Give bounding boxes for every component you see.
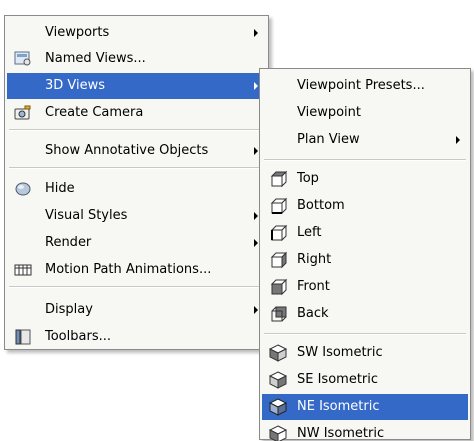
- ne-isometric-icon: [268, 397, 288, 417]
- menu-separator: [9, 129, 264, 131]
- camera-icon: [13, 103, 33, 123]
- menu-item-left[interactable]: Left: [262, 220, 468, 246]
- menu-item-viewpoint-presets[interactable]: Viewpoint Presets...: [262, 73, 468, 99]
- menu-item-label: Bottom: [297, 198, 345, 213]
- menu-item-label: Top: [297, 171, 319, 186]
- menu-item-create-camera[interactable]: Create Camera: [7, 100, 266, 126]
- se-isometric-icon: [268, 370, 288, 390]
- submenu-arrow-icon: [254, 29, 258, 37]
- menu-separator: [9, 167, 264, 169]
- submenu-arrow-icon: [254, 306, 258, 314]
- nw-isometric-icon: [268, 424, 288, 441]
- menu-item-nw-isometric[interactable]: NW Isometric: [262, 421, 468, 441]
- menu-item-label: NE Isometric: [297, 399, 380, 414]
- sw-isometric-icon: [268, 343, 288, 363]
- main-context-menu: Viewports Named Views... 3D Views Create…: [4, 15, 269, 350]
- menu-item-3d-views[interactable]: 3D Views: [7, 73, 266, 99]
- back-view-icon: [268, 304, 288, 324]
- menu-item-ne-isometric[interactable]: NE Isometric: [262, 394, 468, 420]
- submenu-arrow-icon: [254, 239, 258, 247]
- menu-item-label: Create Camera: [45, 105, 144, 120]
- menu-item-right[interactable]: Right: [262, 247, 468, 273]
- menu-item-top[interactable]: Top: [262, 166, 468, 192]
- menu-item-se-isometric[interactable]: SE Isometric: [262, 367, 468, 393]
- right-view-icon: [268, 250, 288, 270]
- menu-item-named-views[interactable]: Named Views...: [7, 46, 266, 72]
- menu-item-label: SW Isometric: [297, 345, 383, 360]
- menu-item-label: Motion Path Animations...: [45, 262, 212, 277]
- bottom-view-icon: [268, 196, 288, 216]
- menu-item-sw-isometric[interactable]: SW Isometric: [262, 340, 468, 366]
- menu-item-visual-styles[interactable]: Visual Styles: [7, 203, 266, 229]
- menu-separator: [9, 286, 264, 288]
- menu-item-render[interactable]: Render: [7, 230, 266, 256]
- submenu-arrow-icon: [456, 136, 460, 144]
- left-view-icon: [268, 223, 288, 243]
- menu-item-front[interactable]: Front: [262, 274, 468, 300]
- menu-item-label: Right: [297, 252, 332, 267]
- menu-item-viewpoint[interactable]: Viewpoint: [262, 100, 468, 126]
- menu-item-label: Viewpoint Presets...: [297, 78, 425, 93]
- menu-separator: [264, 159, 466, 161]
- menu-item-label: SE Isometric: [297, 372, 379, 387]
- 3d-views-submenu: Viewpoint Presets... Viewpoint Plan View…: [259, 68, 471, 441]
- motion-path-icon: [13, 260, 33, 280]
- menu-item-hide[interactable]: Hide: [7, 176, 266, 202]
- menu-item-label: 3D Views: [45, 78, 106, 93]
- submenu-arrow-icon: [254, 82, 258, 90]
- front-view-icon: [268, 277, 288, 297]
- menu-item-label: Hide: [45, 181, 75, 196]
- menu-item-label: Toolbars...: [45, 329, 111, 344]
- menu-item-label: Show Annotative Objects: [45, 143, 209, 158]
- menu-item-label: Display: [45, 302, 93, 317]
- menu-item-bottom[interactable]: Bottom: [262, 193, 468, 219]
- menu-item-display[interactable]: Display: [7, 297, 266, 323]
- menu-item-label: Plan View: [297, 132, 360, 147]
- menu-item-back[interactable]: Back: [262, 301, 468, 327]
- menu-item-label: Render: [45, 235, 92, 250]
- menu-item-label: Left: [297, 225, 322, 240]
- menu-separator: [264, 333, 466, 335]
- menu-item-label: NW Isometric: [297, 426, 385, 441]
- menu-item-label: Named Views...: [45, 51, 146, 66]
- submenu-arrow-icon: [254, 212, 258, 220]
- menu-item-motion-path-animations[interactable]: Motion Path Animations...: [7, 257, 266, 283]
- named-views-icon: [13, 49, 33, 69]
- menu-item-label: Viewports: [45, 25, 110, 40]
- menu-item-label: Viewpoint: [297, 105, 362, 120]
- menu-item-label: Back: [297, 306, 329, 321]
- submenu-arrow-icon: [254, 147, 258, 155]
- toolbars-icon: [13, 327, 33, 347]
- menu-item-label: Visual Styles: [45, 208, 128, 223]
- top-view-icon: [268, 169, 288, 189]
- menu-item-viewports[interactable]: Viewports: [7, 20, 266, 46]
- menu-item-label: Front: [297, 279, 330, 294]
- menu-item-toolbars[interactable]: Toolbars...: [7, 324, 266, 350]
- menu-item-plan-view[interactable]: Plan View: [262, 127, 468, 153]
- menu-item-show-annotative-objects[interactable]: Show Annotative Objects: [7, 138, 266, 164]
- hide-icon: [13, 179, 33, 199]
